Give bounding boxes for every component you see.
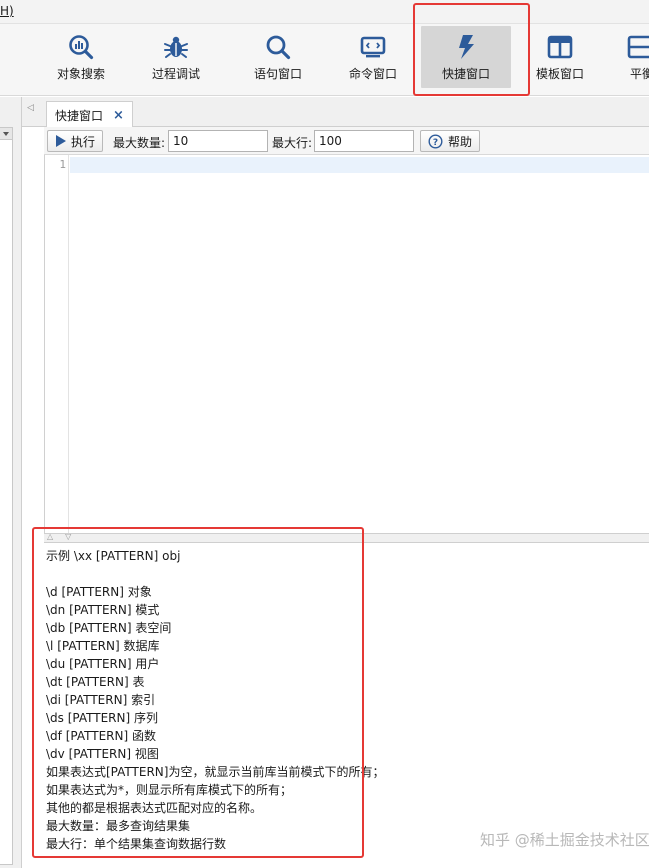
left-navigator-panel [0, 97, 22, 868]
max-count-input[interactable] [168, 130, 268, 152]
toolbar-partial-left[interactable] [0, 26, 18, 88]
chart-search-icon [69, 35, 94, 60]
statement-window-button[interactable]: 语句窗口 [233, 26, 323, 88]
watermark: 知乎 @稀土掘金技术社区 [480, 831, 649, 849]
menu-help-fragment[interactable]: H) [0, 4, 14, 18]
execute-button[interactable]: 执行 [47, 130, 104, 152]
max-rows-label: 最大行: [272, 136, 313, 150]
procedure-debug-label: 过程调试 [151, 67, 200, 81]
current-line-highlight [70, 157, 649, 173]
statement-window-label: 语句窗口 [253, 67, 302, 81]
toolbar-partial-right[interactable]: 平衡 [612, 26, 649, 88]
max-rows-input[interactable] [314, 130, 414, 152]
tab-bar: ◁ 快捷窗口 × [22, 97, 649, 128]
object-search-button[interactable]: 对象搜索 [36, 26, 126, 88]
quick-editor[interactable]: 1 [44, 155, 649, 533]
quick-command-bar: 执行 最大数量: 最大行: ? 帮助 [44, 127, 649, 155]
command-window-button[interactable]: 命令窗口 [328, 26, 418, 88]
max-count-label: 最大数量: [113, 136, 166, 150]
line-number: 1 [59, 158, 66, 171]
terminal-icon [360, 36, 386, 58]
template-icon [547, 35, 573, 59]
tab-scroll-left-icon[interactable]: ◁ [27, 103, 34, 113]
help-icon: ? [428, 133, 443, 149]
left-scroll-arrow-icon[interactable] [0, 128, 12, 140]
toolbar-partial-right-label: 平衡 [630, 67, 649, 81]
procedure-debug-button[interactable]: 过程调试 [131, 26, 221, 88]
command-window-label: 命令窗口 [348, 67, 397, 81]
line-number-gutter: 1 [45, 155, 69, 533]
help-label: 帮助 [448, 134, 473, 149]
left-tree-view[interactable] [0, 127, 13, 865]
toolbar: 对象搜索 过程调试 语句窗口 命令窗口 快捷窗口 模板窗口 平衡 [0, 24, 649, 96]
highlight-help-panel [32, 527, 364, 858]
object-search-label: 对象搜索 [56, 67, 105, 81]
execute-label: 执行 [71, 134, 96, 149]
tab-label: 快捷窗口 [55, 108, 104, 123]
close-icon[interactable]: × [113, 109, 124, 122]
search-icon [266, 35, 291, 60]
play-icon [56, 135, 66, 147]
svg-text:?: ? [433, 138, 438, 148]
partial-grid-icon [627, 35, 649, 59]
highlight-quick-window [413, 3, 530, 96]
menu-bar: H) [0, 0, 649, 24]
bug-icon [164, 36, 188, 58]
tab-quick-window[interactable]: 快捷窗口 × [46, 101, 133, 128]
help-button[interactable]: ? 帮助 [420, 130, 481, 152]
